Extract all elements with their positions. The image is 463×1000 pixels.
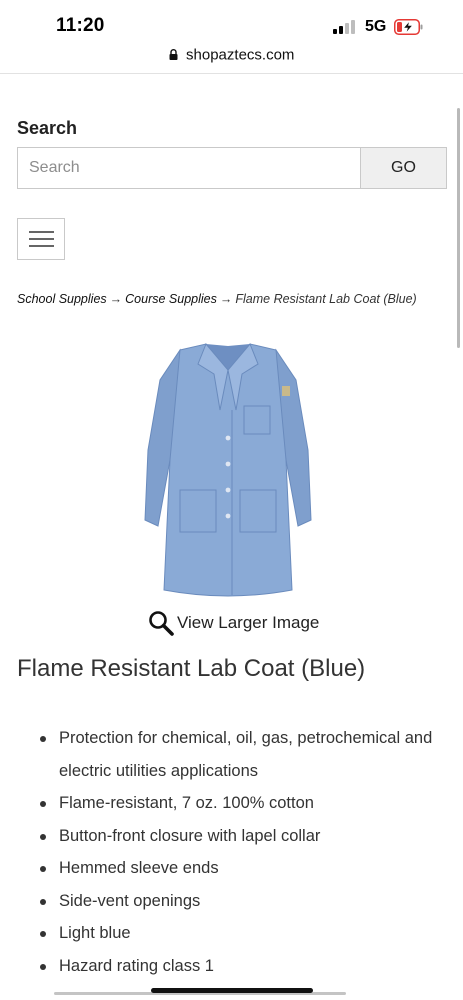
product-image[interactable]: [140, 340, 316, 602]
breadcrumb: School Supplies → Course Supplies → Flame Re…: [17, 292, 417, 306]
status-bar: 11:20 5G: [0, 0, 463, 46]
home-indicator[interactable]: [151, 988, 313, 993]
view-larger-image-label: View Larger Image: [177, 613, 320, 632]
status-time: 11:20: [56, 15, 105, 36]
search-go-button[interactable]: GO: [360, 147, 447, 189]
magnifier-icon: [149, 611, 174, 636]
breadcrumb-separator: →: [109, 292, 123, 306]
feature-item: Button-front closure with lapel collar: [17, 820, 447, 853]
feature-item: Flame-resistant, 7 oz. 100% cotton: [17, 787, 447, 820]
battery-charging-icon: [394, 19, 423, 35]
vertical-scrollbar[interactable]: [457, 108, 460, 348]
cellular-signal-icon: [333, 20, 357, 34]
breadcrumb-link-school-supplies[interactable]: School Supplies: [17, 292, 107, 306]
address-bar[interactable]: shopaztecs.com: [0, 46, 463, 74]
feature-item: Light blue: [17, 917, 447, 950]
feature-item: Hazard rating class 1: [17, 950, 447, 983]
search-input[interactable]: [17, 147, 361, 189]
menu-toggle-button[interactable]: [17, 218, 65, 260]
feature-item: Protection for chemical, oil, gas, petro…: [17, 722, 447, 787]
header-divider: [0, 73, 463, 74]
product-title: Flame Resistant Lab Coat (Blue): [17, 655, 366, 682]
breadcrumb-current: Flame Resistant Lab Coat (Blue): [235, 292, 417, 306]
page-url: shopaztecs.com: [186, 46, 295, 64]
breadcrumb-separator: →: [219, 292, 233, 306]
feature-item: Hemmed sleeve ends: [17, 852, 447, 885]
view-larger-image-link[interactable]: View Larger Image: [147, 608, 319, 638]
lock-icon: [169, 49, 178, 61]
product-features-list: Protection for chemical, oil, gas, petro…: [17, 722, 447, 982]
feature-item: Side-vent openings: [17, 885, 447, 918]
search-heading: Search: [17, 118, 78, 138]
network-type: 5G: [365, 18, 387, 35]
breadcrumb-link-course-supplies[interactable]: Course Supplies: [125, 292, 217, 306]
